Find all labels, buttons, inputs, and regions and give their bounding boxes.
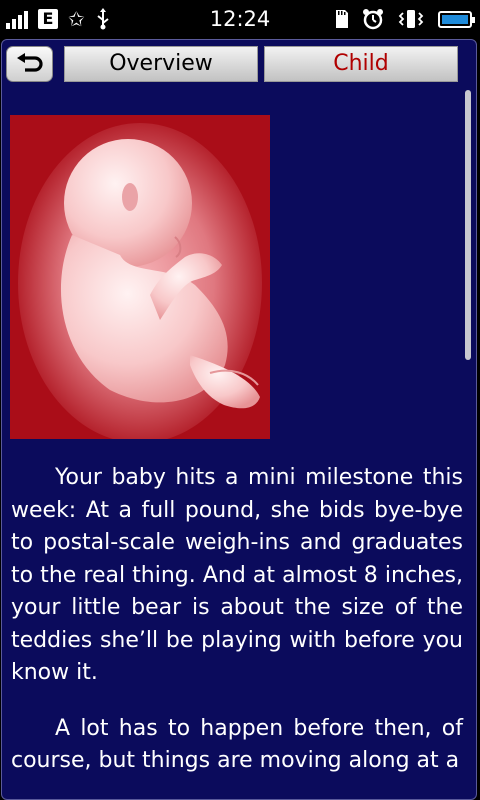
back-button[interactable] [6, 46, 53, 82]
sd-card-icon [336, 10, 348, 28]
paragraph: Your baby hits a mini milestone this wee… [11, 465, 463, 685]
alarm-icon [363, 9, 383, 30]
content-panel: Overview Child Your baby hits a mini mil… [1, 39, 477, 800]
back-arrow-icon [16, 53, 43, 72]
vibrate-icon [398, 10, 424, 28]
fetus-illustration [10, 115, 270, 439]
battery-icon [438, 10, 475, 28]
status-bar: E ✩ 12:24 [0, 0, 480, 38]
paragraph: A lot has to happen before then, of cour… [11, 715, 463, 774]
tab-child[interactable]: Child [264, 46, 458, 82]
article-text: Your baby hits a mini milestone this wee… [11, 462, 463, 799]
tab-overview[interactable]: Overview [64, 46, 258, 82]
scrollbar[interactable] [465, 90, 471, 360]
